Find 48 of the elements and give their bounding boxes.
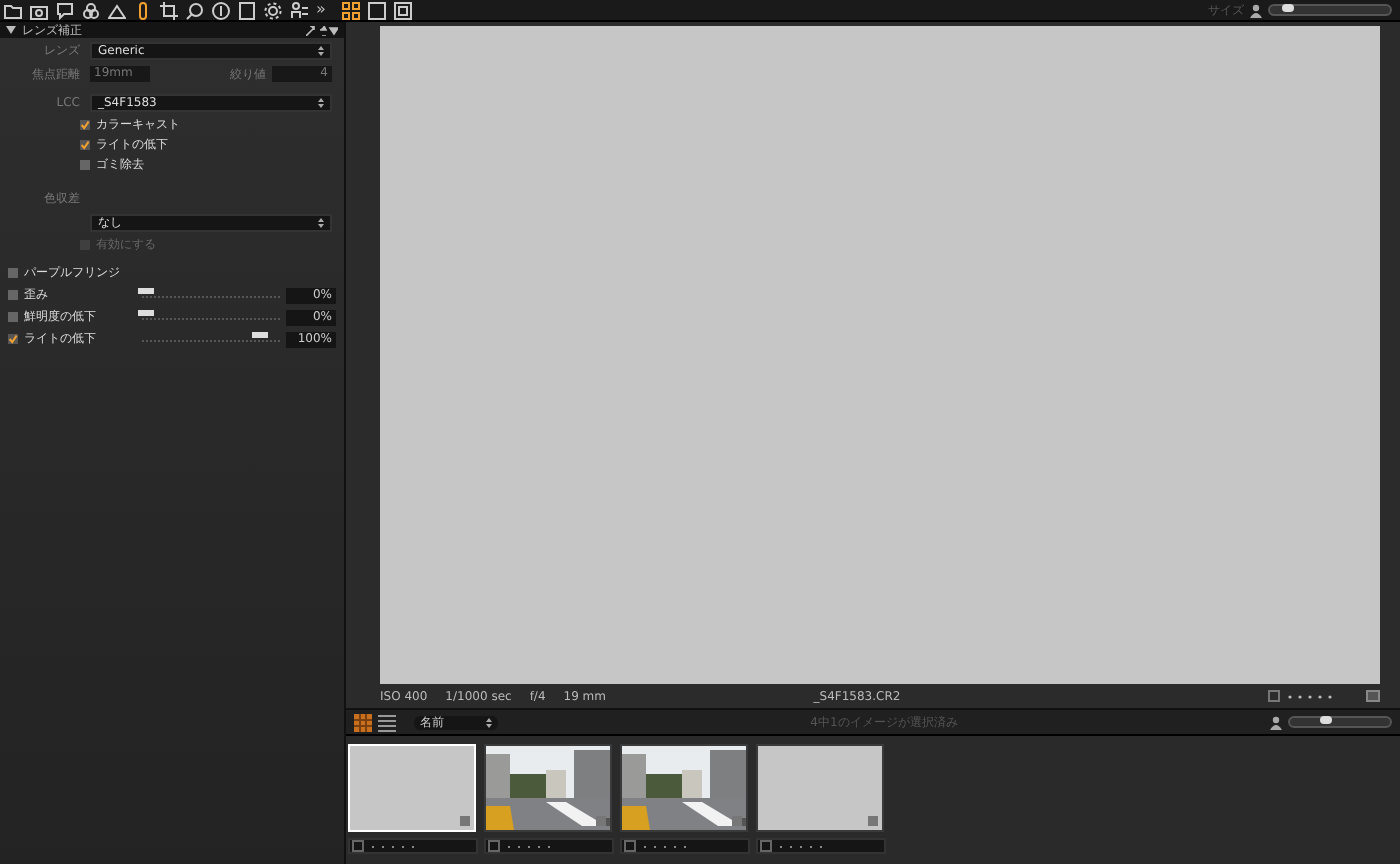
thumbnail[interactable] xyxy=(484,744,612,832)
checkbox[interactable] xyxy=(80,139,90,149)
more-button[interactable]: » xyxy=(316,2,326,18)
person-icon xyxy=(1269,715,1282,729)
slider-thumb[interactable] xyxy=(252,332,269,338)
magnifier-icon[interactable] xyxy=(186,1,204,19)
person-icon xyxy=(1250,3,1262,17)
lens-icon[interactable] xyxy=(134,1,152,19)
circles-icon[interactable] xyxy=(82,1,100,19)
checkbox[interactable] xyxy=(80,119,90,129)
thumbnail[interactable] xyxy=(756,744,884,832)
slider-thumb[interactable] xyxy=(137,310,154,316)
grid-view-icon[interactable] xyxy=(354,713,372,731)
badge-icon xyxy=(596,816,606,826)
badge-icon xyxy=(732,816,742,826)
monitor-icon[interactable] xyxy=(393,1,412,19)
zoom-slider[interactable] xyxy=(1287,716,1392,728)
stepper-arrows-icon[interactable] xyxy=(486,717,492,727)
stepper-arrows-icon[interactable] xyxy=(318,97,324,107)
collapse-icon[interactable] xyxy=(6,26,16,34)
thumbnail[interactable] xyxy=(620,744,748,832)
slider-thumb[interactable] xyxy=(1282,4,1294,12)
slider-track[interactable] xyxy=(141,292,280,298)
triangle-icon[interactable] xyxy=(108,1,126,19)
list-view-icon[interactable] xyxy=(378,713,396,731)
figure-icon[interactable] xyxy=(290,1,308,19)
panel-actions-icon[interactable] xyxy=(306,25,338,35)
checkbox[interactable] xyxy=(8,334,18,344)
info-icon[interactable] xyxy=(212,1,230,19)
slider-thumb[interactable] xyxy=(137,288,154,294)
slider-track[interactable] xyxy=(141,336,280,342)
checkbox[interactable] xyxy=(8,290,18,300)
crop-icon[interactable] xyxy=(160,1,178,19)
checkbox[interactable] xyxy=(8,268,18,278)
badge-icon xyxy=(460,816,470,826)
size-slider[interactable] xyxy=(1268,4,1392,16)
gear-icon[interactable] xyxy=(264,1,282,19)
stepper-arrows-icon[interactable] xyxy=(318,217,324,227)
folder-icon[interactable] xyxy=(4,1,22,19)
camera-icon[interactable] xyxy=(30,1,48,19)
square-icon[interactable] xyxy=(367,1,386,19)
stepper-arrows-icon[interactable] xyxy=(318,45,324,55)
speech-bubble-icon[interactable] xyxy=(56,1,74,19)
slider-thumb[interactable] xyxy=(1319,716,1332,724)
slider-track[interactable] xyxy=(141,314,280,320)
checkbox[interactable] xyxy=(80,159,90,169)
checkbox[interactable] xyxy=(8,312,18,322)
badge-icon xyxy=(868,816,878,826)
